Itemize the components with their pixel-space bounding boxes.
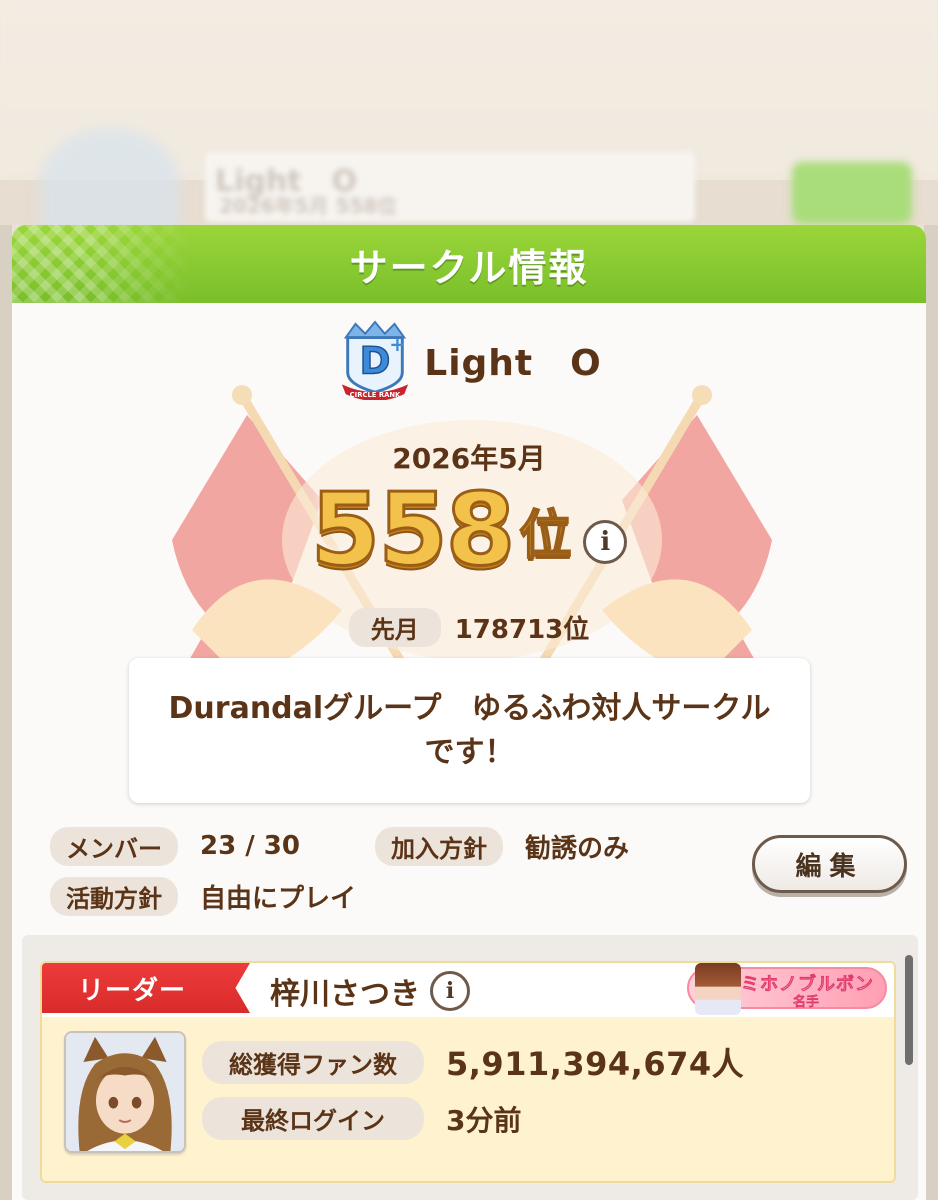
leader-info-button[interactable]: i: [430, 971, 470, 1011]
edit-button[interactable]: 編集: [752, 835, 907, 893]
leader-name-row: 梓川さつき i: [270, 969, 470, 1013]
circle-rank-badge-icon: D + CIRCLE RANK: [342, 320, 409, 400]
circle-description: Durandalグループ ゆるふわ対人サークル です！: [129, 658, 810, 803]
rank-badge-letter: D: [360, 340, 391, 383]
background-emblem: [40, 128, 180, 238]
leader-name: 梓川さつき: [270, 977, 420, 1012]
last-login-row: 最終ログイン 3分前: [202, 1097, 521, 1140]
join-policy-row: 加入方針 勧誘のみ: [375, 825, 629, 867]
rank-badge-caption: CIRCLE RANK: [350, 391, 401, 399]
background-side-right: [924, 225, 938, 1200]
circle-name: Light O: [424, 343, 602, 384]
join-policy-value: 勧誘のみ: [525, 833, 630, 864]
activity-row: 活動方針 自由にプレイ: [50, 875, 356, 917]
header-pattern: [12, 225, 192, 303]
rank-number: 558: [309, 471, 517, 588]
fans-row: 総獲得ファン数 5,911,394,674人: [202, 1039, 744, 1085]
previous-month-label: 先月: [348, 608, 441, 647]
member-row: メンバー 23 / 30: [50, 825, 356, 867]
leader-panel: リーダー 梓川さつき i ミホノブルボン 名手 総獲得ファン数 5,911,39…: [22, 935, 918, 1200]
fans-label: 総獲得ファン数: [202, 1040, 424, 1084]
member-value: 23 / 30: [200, 831, 300, 861]
circle-meta: メンバー 23 / 30 活動方針 自由にプレイ: [50, 825, 356, 925]
rank-info-button[interactable]: i: [583, 520, 628, 564]
circle-name-row: D + CIRCLE RANK Light O: [12, 320, 926, 400]
dialog-title: サークル情報: [349, 245, 589, 290]
last-login-label: 最終ログイン: [202, 1097, 424, 1140]
leader-avatar[interactable]: [64, 1031, 186, 1153]
dialog-header: サークル情報: [12, 225, 926, 303]
leader-portrait-image: [66, 1033, 184, 1151]
rank-badge-plus: +: [390, 333, 406, 356]
ranking-row: 558 位 i: [12, 471, 926, 588]
background-side-left: [0, 225, 12, 1200]
previous-month-row: 先月 178713位: [12, 608, 926, 647]
activity-label: 活動方針: [50, 876, 178, 916]
background-circle-bar: Light O 2026年5月 558位: [205, 152, 695, 222]
leader-card[interactable]: リーダー 梓川さつき i ミホノブルボン 名手 総獲得ファン数 5,911,39…: [40, 961, 896, 1183]
rank-suffix: 位: [518, 505, 572, 567]
circle-info-dialog: サークル情報 D + CIRCLE RANK Light O 2026年5月 5…: [12, 225, 926, 1200]
last-login-value: 3分前: [446, 1103, 522, 1137]
fans-value: 5,911,394,674人: [446, 1045, 745, 1083]
leader-header: リーダー 梓川さつき i ミホノブルボン 名手: [42, 963, 894, 1017]
title-sub: 名手: [793, 995, 820, 1010]
leader-scrollbar[interactable]: [905, 955, 913, 1065]
leader-tag: リーダー: [42, 963, 250, 1013]
join-policy-label: 加入方針: [375, 826, 503, 866]
title-character-avatar: [695, 963, 741, 1015]
leader-title-badge: ミホノブルボン 名手: [687, 963, 887, 1015]
background-green-button: [792, 162, 912, 224]
previous-month-value: 178713位: [454, 615, 590, 645]
activity-value: 自由にプレイ: [200, 883, 357, 914]
member-label: メンバー: [50, 826, 178, 866]
background-date-text: 2026年5月 558位: [219, 194, 398, 218]
